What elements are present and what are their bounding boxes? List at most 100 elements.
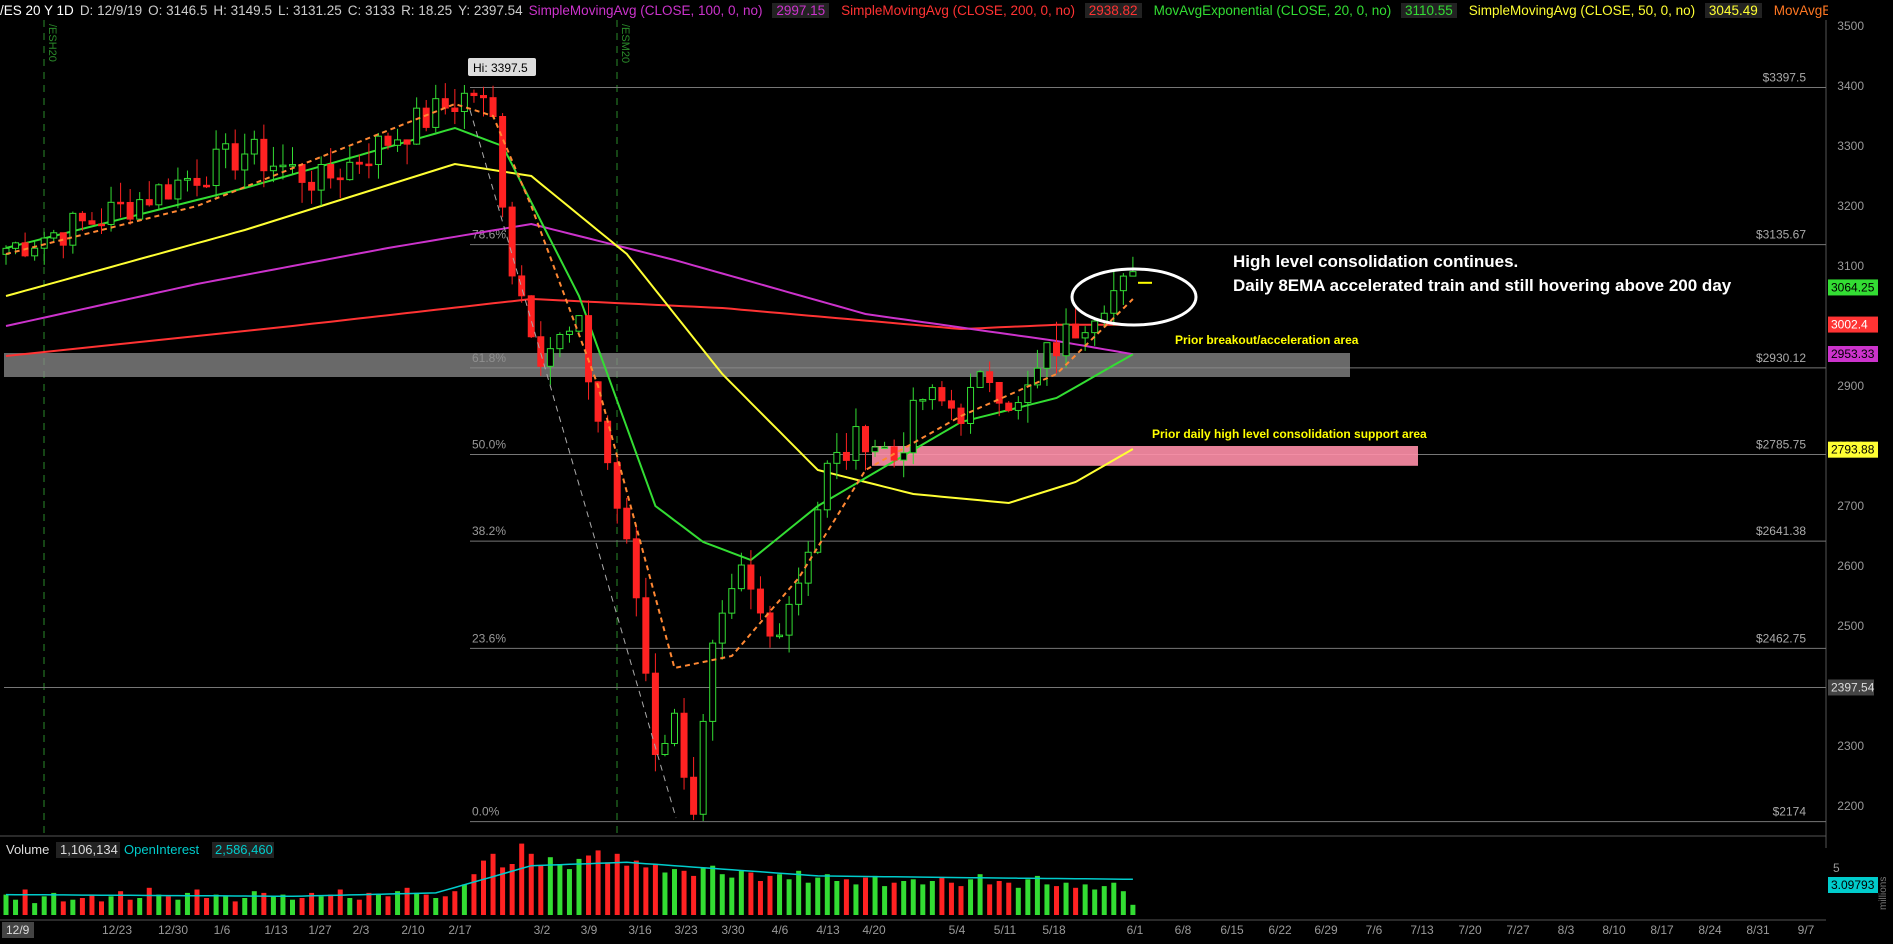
candle-down[interactable] bbox=[623, 507, 631, 540]
candle-up[interactable] bbox=[174, 179, 182, 200]
candle-down[interactable] bbox=[164, 184, 172, 200]
candle-up[interactable] bbox=[222, 143, 230, 150]
candle-down[interactable] bbox=[651, 672, 659, 755]
candle-up[interactable] bbox=[1110, 290, 1118, 314]
candle-down[interactable] bbox=[690, 776, 698, 815]
candle-up[interactable] bbox=[69, 212, 77, 246]
candle-up[interactable] bbox=[881, 446, 889, 449]
candle-up[interactable] bbox=[136, 199, 144, 220]
candle-down[interactable] bbox=[632, 538, 640, 599]
candle-down[interactable] bbox=[365, 163, 373, 167]
candle-down[interactable] bbox=[422, 107, 430, 128]
candle-down[interactable] bbox=[986, 371, 994, 383]
candle-down[interactable] bbox=[59, 232, 67, 246]
candle-up[interactable] bbox=[795, 582, 803, 605]
candle-up[interactable] bbox=[12, 242, 20, 249]
candle-down[interactable] bbox=[203, 184, 211, 188]
candle-up[interactable] bbox=[1081, 332, 1089, 339]
candle-up[interactable] bbox=[699, 720, 707, 815]
candle-up[interactable] bbox=[928, 387, 936, 401]
candle-down[interactable] bbox=[585, 315, 593, 383]
candle-up[interactable] bbox=[661, 742, 669, 755]
candle-down[interactable] bbox=[756, 588, 764, 614]
candle-down[interactable] bbox=[680, 712, 688, 778]
candle-down[interactable] bbox=[766, 612, 774, 637]
price-chart[interactable]: 3500340033003200310030002900280027002600… bbox=[0, 0, 1893, 944]
candle-down[interactable] bbox=[298, 164, 306, 183]
candle-down[interactable] bbox=[1072, 323, 1080, 339]
candle-down[interactable] bbox=[470, 92, 478, 97]
candle-up[interactable] bbox=[460, 92, 468, 113]
candle-up[interactable] bbox=[900, 452, 908, 461]
candle-up[interactable] bbox=[871, 446, 879, 453]
candle-up[interactable] bbox=[919, 399, 927, 402]
candle-up[interactable] bbox=[967, 386, 975, 424]
candle-down[interactable] bbox=[145, 199, 153, 206]
candle-down[interactable] bbox=[355, 161, 363, 165]
candle-up[interactable] bbox=[909, 399, 917, 454]
candle-up[interactable] bbox=[575, 315, 583, 332]
candle-down[interactable] bbox=[403, 139, 411, 145]
candle-down[interactable] bbox=[499, 115, 507, 208]
candle-up[interactable] bbox=[374, 135, 382, 165]
candle-down[interactable] bbox=[78, 212, 86, 222]
candle-up[interactable] bbox=[546, 348, 554, 367]
candle-down[interactable] bbox=[98, 223, 105, 227]
candle-down[interactable] bbox=[747, 564, 755, 590]
candle-down[interactable] bbox=[1005, 402, 1013, 411]
candle-up[interactable] bbox=[1062, 323, 1070, 357]
candle-up[interactable] bbox=[718, 612, 726, 644]
candle-up[interactable] bbox=[1129, 271, 1137, 277]
candle-up[interactable] bbox=[833, 451, 841, 464]
candle-up[interactable] bbox=[50, 232, 58, 239]
candle-up[interactable] bbox=[671, 712, 678, 744]
candle-down[interactable] bbox=[508, 206, 516, 277]
candle-down[interactable] bbox=[642, 597, 650, 674]
candle-up[interactable] bbox=[737, 564, 745, 590]
candle-down[interactable] bbox=[527, 295, 535, 338]
candle-up[interactable] bbox=[852, 426, 860, 461]
candle-down[interactable] bbox=[384, 135, 392, 146]
candle-down[interactable] bbox=[441, 98, 449, 109]
candle-up[interactable] bbox=[155, 184, 163, 206]
candle-up[interactable] bbox=[785, 603, 793, 636]
candle-up[interactable] bbox=[269, 165, 277, 172]
candle-down[interactable] bbox=[193, 177, 201, 186]
candle-up[interactable] bbox=[814, 509, 822, 553]
candle-down[interactable] bbox=[1053, 342, 1060, 357]
candle-up[interactable] bbox=[107, 201, 115, 225]
candle-up[interactable] bbox=[289, 164, 296, 167]
candle-up[interactable] bbox=[1091, 320, 1099, 334]
candle-down[interactable] bbox=[862, 426, 869, 453]
candle-up[interactable] bbox=[394, 139, 402, 146]
candle-up[interactable] bbox=[565, 330, 573, 335]
candle-down[interactable] bbox=[88, 220, 96, 225]
candle-down[interactable] bbox=[308, 181, 316, 191]
candle-down[interactable] bbox=[537, 336, 545, 367]
candle-up[interactable] bbox=[1014, 402, 1022, 411]
candle-up[interactable] bbox=[413, 107, 421, 145]
candle-down[interactable] bbox=[489, 97, 497, 117]
candle-down[interactable] bbox=[117, 201, 125, 205]
candle-down[interactable] bbox=[947, 400, 955, 409]
candle-up[interactable] bbox=[1119, 275, 1127, 292]
candle-up[interactable] bbox=[31, 247, 39, 257]
candle-up[interactable] bbox=[183, 177, 191, 181]
candle-up[interactable] bbox=[346, 161, 354, 181]
candle-up[interactable] bbox=[279, 164, 287, 168]
candle-down[interactable] bbox=[260, 138, 268, 172]
candle-up[interactable] bbox=[976, 371, 984, 388]
candle-down[interactable] bbox=[842, 451, 850, 461]
candle-up[interactable] bbox=[556, 333, 564, 350]
candle-up[interactable] bbox=[709, 642, 717, 722]
candle-down[interactable] bbox=[327, 164, 335, 179]
candle-down[interactable] bbox=[451, 107, 459, 113]
candle-up[interactable] bbox=[241, 153, 249, 171]
candle-down[interactable] bbox=[613, 462, 621, 509]
candle-up[interactable] bbox=[776, 634, 784, 638]
candle-down[interactable] bbox=[938, 387, 946, 402]
candle-down[interactable] bbox=[126, 201, 134, 220]
candle-down[interactable] bbox=[480, 95, 487, 99]
candle-up[interactable] bbox=[40, 237, 48, 249]
candle-up[interactable] bbox=[1043, 342, 1051, 369]
